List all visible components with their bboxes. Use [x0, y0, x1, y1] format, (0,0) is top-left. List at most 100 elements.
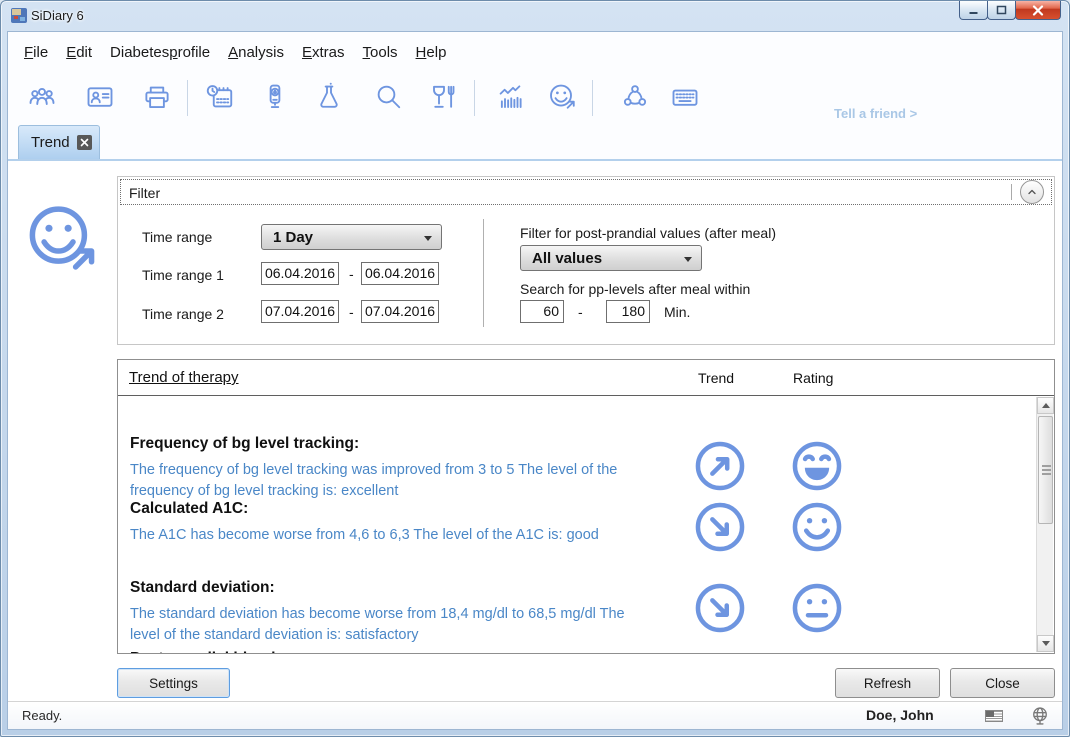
keyboard-icon[interactable] [670, 82, 700, 112]
trend-smiley-icon[interactable] [547, 82, 577, 112]
column-header-trend: Trend [698, 370, 734, 386]
menubar: File Edit Diabetesprofile Analysis Extra… [8, 36, 1062, 68]
trend-section-title: Trend of therapy [129, 369, 239, 386]
menu-edit[interactable]: Edit [66, 44, 92, 61]
food-icon[interactable] [428, 82, 458, 112]
users-icon[interactable] [27, 82, 57, 112]
menu-file[interactable]: File [24, 44, 48, 61]
tell-a-friend-link[interactable]: Tell a friend > [834, 106, 917, 121]
time-range-dropdown[interactable]: 1 Day [261, 224, 442, 250]
chevron-down-icon [424, 236, 432, 241]
scrollbar-thumb[interactable] [1038, 416, 1053, 524]
rating-smiling-smiley-icon [790, 500, 844, 554]
menu-help[interactable]: Help [416, 44, 447, 61]
filter-panel-header: Filter [118, 177, 1054, 207]
filter-panel: Filter Time range 1 Day Time range 1 06.… [117, 176, 1055, 345]
us-flag-icon[interactable] [985, 710, 1003, 722]
glucose-meter-icon[interactable] [260, 82, 290, 112]
rating-neutral-smiley-icon [790, 581, 844, 635]
trend-list: Frequency of bg level tracking: The freq… [118, 397, 1036, 653]
share-icon[interactable] [620, 82, 650, 112]
menu-tools[interactable]: Tools [363, 44, 398, 61]
titlebar: SiDiary 6 [1, 1, 1069, 31]
rating-laughing-smiley-icon [790, 439, 844, 493]
trend-down-right-arrow-icon [693, 581, 747, 635]
trend-down-right-arrow-icon [693, 500, 747, 554]
toolbar-separator [187, 80, 188, 116]
column-header-rating: Rating [793, 370, 833, 386]
row-title: Calculated A1C: [130, 500, 1036, 518]
trend-row-a1c: Calculated A1C: The A1C has become worse… [130, 500, 1036, 546]
filter-title: Filter [129, 185, 160, 201]
search-icon[interactable] [374, 82, 404, 112]
menu-diabetesprofile[interactable]: Diabetesprofile [110, 44, 210, 61]
trend-row-standard-deviation: Standard deviation: The standard deviati… [130, 579, 1036, 646]
filter-vertical-divider [483, 219, 484, 327]
row-title: Post-prandial blood sugar: [130, 650, 1036, 653]
row-title: Frequency of bg level tracking: [130, 435, 1036, 453]
pp-min-input[interactable]: 60 [520, 300, 564, 323]
range2-to-input[interactable]: 07.04.2016 [361, 300, 439, 323]
flask-icon[interactable] [314, 82, 344, 112]
menu-extras[interactable]: Extras [302, 44, 345, 61]
close-dialog-button[interactable]: Close [950, 668, 1055, 698]
pp-filter-label: Filter for post-prandial values (after m… [520, 225, 776, 241]
refresh-button[interactable]: Refresh [835, 668, 940, 698]
trend-smiley-icon-large [22, 200, 100, 278]
tab-close-icon[interactable] [77, 135, 92, 150]
current-user: Doe, John [866, 707, 934, 723]
menu-analysis[interactable]: Analysis [228, 44, 284, 61]
pp-max-input[interactable]: 180 [606, 300, 650, 323]
triangle-down-icon [1042, 641, 1050, 646]
range2-from-input[interactable]: 07.04.2016 [261, 300, 339, 323]
scroll-down-button[interactable] [1037, 635, 1054, 652]
pp-filter-dropdown[interactable]: All values [520, 245, 702, 271]
app-client-area: File Edit Diabetesprofile Analysis Extra… [7, 31, 1063, 730]
status-bar: Ready. Doe, John [8, 701, 1062, 729]
range-dash: - [349, 266, 354, 282]
collapse-panel-button[interactable] [1020, 180, 1044, 204]
range1-from-input[interactable]: 06.04.2016 [261, 262, 339, 285]
content-area: Filter Time range 1 Day Time range 1 06.… [8, 159, 1062, 701]
trend-up-right-arrow-icon [693, 439, 747, 493]
toolbar-separator [592, 80, 593, 116]
trend-of-therapy-section: Trend of therapy Trend Rating Frequency … [117, 359, 1055, 654]
triangle-up-icon [1042, 403, 1050, 408]
vertical-scrollbar[interactable] [1036, 397, 1053, 652]
tab-trend-label: Trend [31, 134, 70, 151]
range-dash: - [349, 304, 354, 320]
row-description: The A1C has become worse from 4,6 to 6,3… [130, 525, 652, 546]
trend-row-frequency: Frequency of bg level tracking: The freq… [130, 435, 1036, 502]
close-button[interactable] [1015, 1, 1061, 20]
settings-button[interactable]: Settings [117, 668, 230, 698]
pp-unit-label: Min. [664, 304, 690, 320]
time-range-value: 1 Day [273, 229, 313, 246]
printer-icon[interactable] [142, 82, 172, 112]
calendar-clock-icon[interactable] [205, 82, 235, 112]
row-description: The standard deviation has become worse … [130, 604, 652, 646]
minimize-button[interactable] [959, 1, 988, 20]
range1-to-input[interactable]: 06.04.2016 [361, 262, 439, 285]
thumb-grip [1042, 465, 1051, 467]
pp-filter-value: All values [532, 250, 602, 267]
time-range-2-label: Time range 2 [142, 306, 224, 322]
pp-search-label: Search for pp-levels after meal within [520, 281, 750, 297]
sidiary-app-icon [10, 7, 28, 24]
contact-card-icon[interactable] [85, 82, 115, 112]
globe-icon[interactable] [1030, 706, 1050, 726]
time-range-1-label: Time range 1 [142, 267, 224, 283]
scroll-up-button[interactable] [1037, 397, 1054, 414]
trend-row-post-prandial: Post-prandial blood sugar: [130, 650, 1036, 653]
statistics-icon[interactable] [495, 82, 525, 112]
row-title: Standard deviation: [130, 579, 1036, 597]
maximize-button[interactable] [987, 1, 1016, 20]
chevron-down-icon [684, 257, 692, 262]
app-window: SiDiary 6 File Edit Diabetesprofile Anal… [0, 0, 1070, 737]
tab-bar: Trend [8, 124, 1062, 159]
window-title: SiDiary 6 [31, 8, 84, 23]
status-message: Ready. [22, 708, 62, 723]
row-description: The frequency of bg level tracking was i… [130, 460, 652, 502]
toolbar-separator [474, 80, 475, 116]
header-separator [1011, 184, 1012, 200]
tab-trend[interactable]: Trend [18, 125, 100, 159]
